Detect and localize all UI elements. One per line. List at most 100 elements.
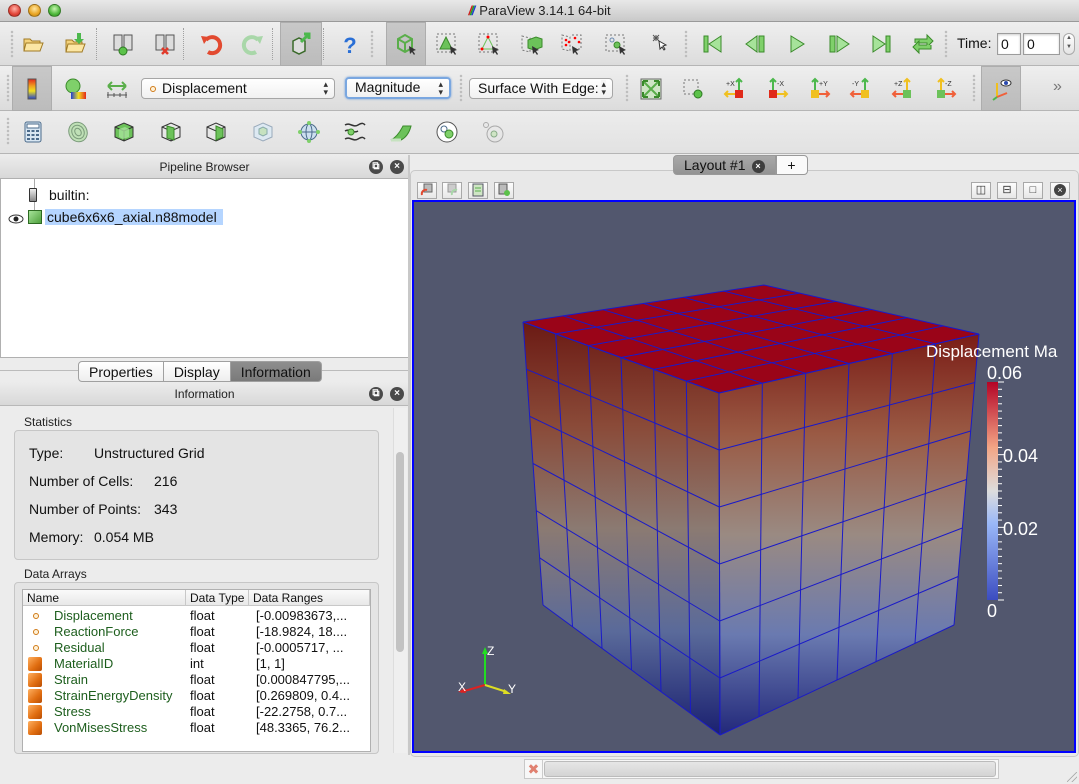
interact-button[interactable] xyxy=(386,22,426,66)
camera-plus-x-button[interactable]: +X xyxy=(720,74,750,104)
threshold-filter-button[interactable] xyxy=(201,117,231,147)
next-frame-button[interactable] xyxy=(824,29,854,59)
warp-by-vector-filter-button[interactable] xyxy=(386,117,416,147)
split-vertical-button[interactable]: ⊟ xyxy=(997,182,1017,199)
time-step-input[interactable]: 0 xyxy=(1023,33,1060,55)
rescale-range-button[interactable] xyxy=(102,74,132,104)
column-header-data-ranges[interactable]: Data Ranges xyxy=(249,590,370,606)
color-array-select[interactable]: Displacement ▴ ▾ xyxy=(141,78,335,99)
view-options-button[interactable] xyxy=(468,182,488,199)
table-row[interactable]: Displacement float [-0.00983673,... xyxy=(23,608,370,624)
contour-filter-button[interactable] xyxy=(63,117,93,147)
open-file-button[interactable] xyxy=(18,29,48,59)
pipeline-item-builtin[interactable]: builtin: xyxy=(29,185,89,205)
load-state-button[interactable] xyxy=(60,29,90,59)
table-row[interactable]: Strain float [0.000847795,... xyxy=(23,672,370,688)
clear-selection-button[interactable] xyxy=(645,29,675,59)
time-value-input[interactable]: 0 xyxy=(997,33,1021,55)
toolbar-grip[interactable] xyxy=(10,30,14,58)
component-select[interactable]: Magnitude ▴ ▾ xyxy=(345,77,451,99)
scrollbar-thumb[interactable] xyxy=(396,452,404,652)
column-header-data-type[interactable]: Data Type xyxy=(186,590,249,606)
tab-layout-1[interactable]: Layout #1 × xyxy=(673,155,776,175)
add-layout-tab-button[interactable]: + xyxy=(775,155,808,175)
table-row[interactable]: StrainEnergyDensity float [0.269809, 0.4..… xyxy=(23,688,370,704)
select-cells-through-button[interactable] xyxy=(517,29,547,59)
toggle-orientation-axes-button[interactable] xyxy=(981,66,1021,111)
close-view-button[interactable]: × xyxy=(1050,182,1070,199)
toolbar-grip[interactable] xyxy=(6,117,10,145)
view-redo-camera-button[interactable] xyxy=(442,182,462,199)
camera-link-button[interactable] xyxy=(280,22,322,66)
close-layout-tab-icon[interactable]: × xyxy=(751,160,765,173)
slice-filter-button[interactable] xyxy=(156,117,186,147)
redo-button[interactable] xyxy=(238,29,268,59)
table-row[interactable]: Residual float [-0.0005717, ... xyxy=(23,640,370,656)
window-resize-grip[interactable] xyxy=(1067,772,1077,782)
view-capture-button[interactable] xyxy=(494,182,514,199)
toolbar-grip[interactable] xyxy=(459,74,463,102)
toolbar-grip[interactable] xyxy=(684,30,688,58)
glyph-filter-button[interactable] xyxy=(294,117,324,147)
toolbar-grip[interactable] xyxy=(944,30,948,58)
visibility-eye-icon[interactable] xyxy=(8,212,24,224)
undo-button[interactable] xyxy=(196,29,226,59)
clip-filter-button[interactable] xyxy=(109,117,139,147)
camera-plus-y-button[interactable]: +Y xyxy=(804,74,834,104)
pipeline-item-cube-model[interactable]: cube6x6x6_axial.n88model xyxy=(26,207,223,227)
split-horizontal-button[interactable]: ◫ xyxy=(971,182,991,199)
reset-camera-button[interactable] xyxy=(636,74,666,104)
render-view[interactable]: Displacement Ma 0.06 0.04 0.02 0 Z X Y xyxy=(412,200,1076,753)
stream-tracer-filter-button[interactable] xyxy=(340,117,370,147)
zoom-to-box-button[interactable] xyxy=(678,74,708,104)
undock-pipeline-button[interactable]: ⧉ xyxy=(369,160,383,174)
group-datasets-filter-button[interactable] xyxy=(432,117,462,147)
edit-color-map-button[interactable] xyxy=(60,74,90,104)
close-information-button[interactable]: × xyxy=(390,387,404,401)
help-button[interactable]: ? xyxy=(335,29,365,59)
maximize-view-button[interactable]: □ xyxy=(1023,182,1043,199)
tab-information[interactable]: Information xyxy=(230,361,322,382)
extract-level-filter-button[interactable] xyxy=(478,117,508,147)
toolbar-grip[interactable] xyxy=(370,30,374,58)
toolbar-grip[interactable] xyxy=(625,74,629,102)
abort-button[interactable]: ✖ xyxy=(525,760,543,778)
toolbar-grip[interactable] xyxy=(6,74,10,102)
first-frame-button[interactable] xyxy=(698,29,728,59)
time-step-spinner[interactable]: ▲ ▼ xyxy=(1063,33,1075,55)
table-row[interactable]: MaterialID int [1, 1] xyxy=(23,656,370,672)
previous-frame-button[interactable] xyxy=(741,29,771,59)
play-button[interactable] xyxy=(782,29,812,59)
select-block-button[interactable] xyxy=(601,29,631,59)
camera-minus-z-button[interactable]: -Z xyxy=(930,74,960,104)
view-undo-camera-button[interactable] xyxy=(417,182,437,199)
toggle-color-legend-button[interactable] xyxy=(12,66,52,111)
undock-information-button[interactable]: ⧉ xyxy=(369,387,383,401)
toolbar-overflow-button[interactable]: » xyxy=(1053,78,1062,96)
representation-select[interactable]: Surface With Edge: ▴ ▾ xyxy=(469,78,613,99)
camera-plus-z-button[interactable]: +Z xyxy=(888,74,918,104)
camera-minus-y-button[interactable]: -Y xyxy=(846,74,876,104)
loop-button[interactable] xyxy=(908,29,938,59)
camera-minus-x-button[interactable]: -X xyxy=(762,74,792,104)
tab-properties[interactable]: Properties xyxy=(78,361,164,382)
table-row[interactable]: Stress float [-22.2758, 0.7... xyxy=(23,704,370,720)
information-header: Information ⧉ × xyxy=(0,382,409,406)
table-row[interactable]: ReactionForce float [-18.9824, 18.... xyxy=(23,624,370,640)
close-pipeline-button[interactable]: × xyxy=(390,160,404,174)
interact-cube-icon xyxy=(397,33,416,55)
tab-display[interactable]: Display xyxy=(163,361,231,382)
disconnect-button[interactable] xyxy=(150,29,180,59)
information-scrollbar[interactable] xyxy=(393,408,407,753)
connect-button[interactable] xyxy=(108,29,138,59)
calculator-filter-button[interactable] xyxy=(18,117,48,147)
extract-subset-filter-button[interactable] xyxy=(248,117,278,147)
table-row[interactable]: VonMisesStress float [48.3365, 76.2... xyxy=(23,720,370,736)
select-points-through-button[interactable] xyxy=(557,29,587,59)
last-frame-button[interactable] xyxy=(866,29,896,59)
common-filters-toolbar xyxy=(0,111,1079,154)
column-header-name[interactable]: Name xyxy=(23,590,186,606)
toolbar-grip[interactable] xyxy=(972,74,976,102)
select-points-on-button[interactable] xyxy=(474,29,504,59)
select-cells-on-button[interactable] xyxy=(432,29,462,59)
